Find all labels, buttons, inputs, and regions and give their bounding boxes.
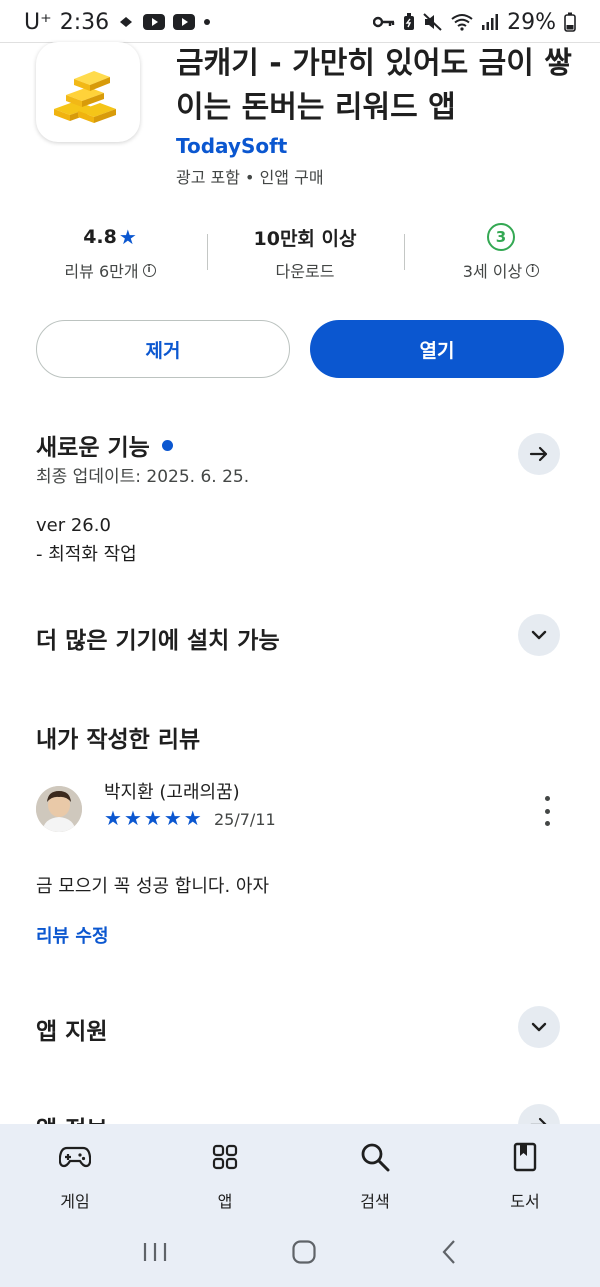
star-icon: ★ (104, 806, 122, 830)
version-notes: ver 26.0 - 최적화 작업 (36, 511, 137, 569)
reviewer-name: 박지환 (고래의꿈) (104, 782, 240, 803)
remove-button[interactable]: 제거 (36, 320, 290, 378)
gold-bars-icon (54, 71, 116, 123)
nav-apps-label: 앱 (217, 1192, 233, 1211)
review-text: 금 모으기 꼭 성공 합니다. 아자 (36, 876, 270, 897)
carrier-label: U⁺ (24, 9, 52, 35)
release-notes: - 최적화 작업 (36, 544, 137, 565)
whats-new-arrow-button[interactable] (518, 433, 560, 475)
edit-review-link[interactable]: 리뷰 수정 (36, 922, 109, 948)
avatar (36, 786, 82, 832)
app-support-expand-button[interactable] (518, 1006, 560, 1048)
status-time: 2:36 (59, 9, 110, 35)
nav-games[interactable]: 게임 (0, 1124, 150, 1220)
star-icon: ★ (183, 806, 202, 830)
last-updated: 최종 업데이트: 2025. 6. 25. (36, 467, 250, 487)
stat-divider (207, 234, 208, 270)
nav-games-label: 게임 (60, 1192, 90, 1211)
chevron-down-icon (531, 1022, 547, 1032)
app-icon (36, 42, 140, 142)
rating-value: 4.8 (83, 226, 117, 248)
app-meta: 광고 포함 • 인앱 구매 (176, 168, 324, 187)
my-review-title: 내가 작성한 리뷰 (36, 727, 201, 753)
info-icon: i (142, 263, 156, 277)
arrow-right-icon (529, 446, 548, 462)
review-date: 25/7/11 (214, 810, 276, 829)
gamepad-icon (59, 1140, 91, 1174)
nav-search-label: 검색 (360, 1192, 390, 1211)
downloads-stat: 10만회 이상 다운로드 (230, 222, 380, 282)
mute-icon (423, 13, 443, 31)
battery-percent: 29% (507, 9, 556, 35)
cloud-icon (117, 15, 135, 29)
book-icon (513, 1140, 537, 1174)
age-rating-label: 3세 이상 (462, 262, 523, 281)
wifi-icon (451, 13, 473, 31)
notification-dot-icon (203, 18, 211, 26)
youtube-icon-2 (173, 14, 196, 30)
whats-new-header[interactable]: 새로운 기능 (36, 428, 173, 462)
back-button[interactable] (440, 1239, 458, 1269)
home-button[interactable] (291, 1239, 317, 1269)
nav-books[interactable]: 도서 (450, 1124, 600, 1220)
star-icon: ★ (123, 806, 142, 830)
signal-icon (481, 13, 499, 31)
star-icon: ★ (118, 225, 137, 249)
more-options-button[interactable] (536, 796, 558, 826)
nav-search[interactable]: 검색 (300, 1124, 450, 1220)
apps-icon (212, 1140, 238, 1174)
status-bar: U⁺ 2:36 29% (0, 0, 600, 44)
open-button[interactable]: 열기 (310, 320, 564, 378)
review-rating-stars: ★ ★ ★ ★ ★ (104, 806, 202, 830)
star-icon: ★ (143, 806, 162, 830)
info-icon: i (526, 263, 540, 277)
app-support-title[interactable]: 앱 지원 (36, 1012, 108, 1046)
chevron-down-icon (531, 630, 547, 640)
recent-apps-icon (143, 1242, 166, 1261)
stats-row: 4.8 ★ 리뷰 6만개 i 10만회 이상 다운로드 3 3세 이상 i (0, 222, 600, 286)
age-rating-badge: 3 (487, 223, 515, 251)
age-rating-stat[interactable]: 3 3세 이상 i (436, 222, 566, 282)
search-icon (360, 1140, 390, 1174)
back-icon (442, 1239, 456, 1264)
bottom-navigation: 게임 앱 검색 도서 (0, 1124, 600, 1220)
stat-divider (404, 234, 405, 270)
nav-apps[interactable]: 앱 (150, 1124, 300, 1220)
youtube-icon (143, 14, 166, 30)
app-title: 금캐기 - 가만히 있어도 금이 쌓이는 돈버는 리워드 앱 (176, 46, 572, 125)
whats-new-title: 새로운 기능 (36, 435, 150, 461)
new-indicator-dot (161, 439, 173, 451)
home-icon (292, 1239, 316, 1264)
rating-stat[interactable]: 4.8 ★ 리뷰 6만개 i (40, 222, 180, 282)
more-devices-expand-button[interactable] (518, 614, 560, 656)
developer-link[interactable]: TodaySoft (176, 134, 287, 158)
reviews-count: 리뷰 6만개 (64, 262, 139, 281)
downloads-label: 다운로드 (275, 262, 335, 281)
system-navigation-bar (0, 1220, 600, 1287)
more-devices-title[interactable]: 더 많은 기기에 설치 가능 (36, 621, 280, 655)
battery-saver-icon (403, 13, 415, 31)
downloads-value: 10만회 이상 (253, 227, 357, 250)
star-icon: ★ (163, 806, 182, 830)
battery-icon (564, 12, 576, 32)
recent-apps-button[interactable] (142, 1241, 168, 1267)
nav-books-label: 도서 (510, 1192, 540, 1211)
version-label: ver 26.0 (36, 515, 111, 536)
key-icon (373, 15, 395, 29)
